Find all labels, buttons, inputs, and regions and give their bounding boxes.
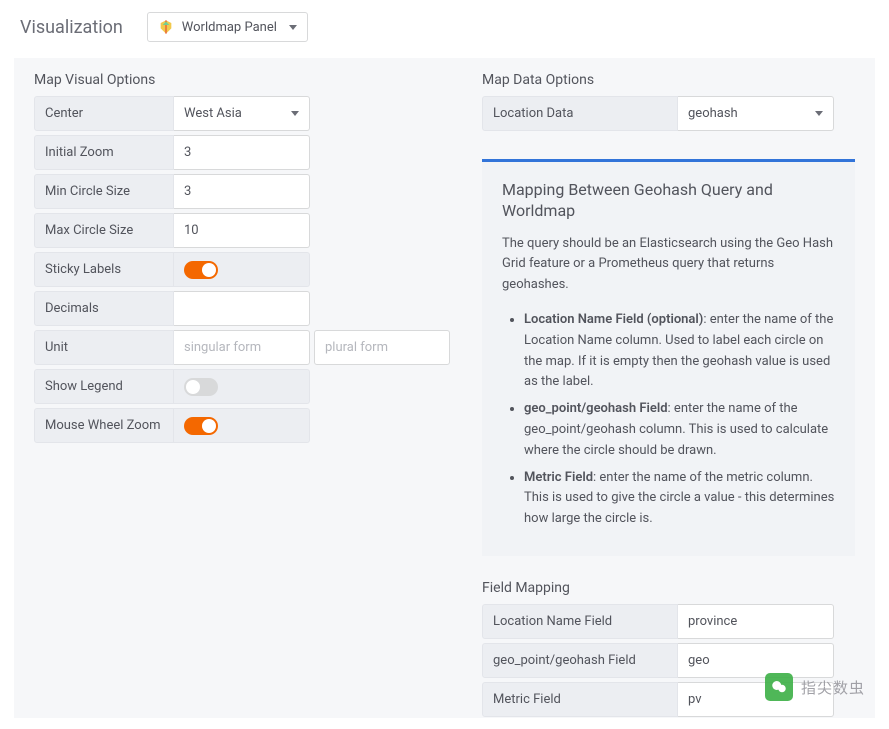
visualization-name: Worldmap Panel	[182, 20, 277, 35]
metric-field-label: Metric Field	[482, 682, 678, 717]
min-circle-row: Min Circle Size	[34, 174, 446, 209]
min-circle-label: Min Circle Size	[34, 174, 174, 209]
wechat-icon	[765, 673, 793, 701]
options-panel: Map Visual Options Center West Asia Init…	[14, 58, 875, 718]
location-name-field-input[interactable]	[678, 604, 834, 639]
geohash-field-label: geo_point/geohash Field	[482, 643, 678, 678]
section-title-visual: Map Visual Options	[34, 72, 446, 88]
location-data-value: geohash	[688, 106, 738, 121]
location-name-field-row: Location Name Field	[482, 604, 855, 639]
initial-zoom-label: Initial Zoom	[34, 135, 174, 170]
chevron-down-icon	[291, 111, 299, 116]
location-data-select[interactable]: geohash	[678, 96, 834, 131]
chevron-down-icon	[289, 25, 297, 30]
info-panel: Mapping Between Geohash Query and Worldm…	[482, 159, 855, 556]
worldmap-icon	[158, 19, 174, 35]
page-title: Visualization	[20, 17, 123, 38]
location-name-field-label: Location Name Field	[482, 604, 678, 639]
center-select[interactable]: West Asia	[174, 96, 310, 131]
max-circle-input[interactable]	[174, 213, 310, 248]
show-legend-label: Show Legend	[34, 369, 174, 404]
initial-zoom-input[interactable]	[174, 135, 310, 170]
sticky-labels-row: Sticky Labels	[34, 252, 446, 287]
sticky-labels-label: Sticky Labels	[34, 252, 174, 287]
show-legend-row: Show Legend	[34, 369, 446, 404]
center-row: Center West Asia	[34, 96, 446, 131]
decimals-input[interactable]	[174, 291, 310, 326]
info-item-location: Location Name Field (optional): enter th…	[524, 310, 835, 393]
location-data-label: Location Data	[482, 96, 678, 131]
decimals-row: Decimals	[34, 291, 446, 326]
map-data-options-column: Map Data Options Location Data geohash M…	[482, 72, 855, 698]
section-title-field-mapping: Field Mapping	[482, 580, 855, 596]
max-circle-label: Max Circle Size	[34, 213, 174, 248]
sticky-labels-toggle[interactable]	[184, 261, 218, 279]
info-item-geohash: geo_point/geohash Field: enter the name …	[524, 399, 835, 461]
unit-row: Unit	[34, 330, 446, 365]
info-list: Location Name Field (optional): enter th…	[502, 310, 835, 530]
map-visual-options-column: Map Visual Options Center West Asia Init…	[34, 72, 446, 698]
unit-label: Unit	[34, 330, 174, 365]
mouse-wheel-row: Mouse Wheel Zoom	[34, 408, 446, 443]
header: Visualization Worldmap Panel	[0, 0, 889, 50]
unit-singular-input[interactable]	[174, 330, 310, 365]
watermark: 指尖数虫	[765, 673, 865, 701]
show-legend-toggle[interactable]	[184, 378, 218, 396]
chevron-down-icon	[815, 111, 823, 116]
center-value: West Asia	[184, 106, 242, 121]
mouse-wheel-label: Mouse Wheel Zoom	[34, 408, 174, 443]
initial-zoom-row: Initial Zoom	[34, 135, 446, 170]
unit-plural-input[interactable]	[314, 330, 450, 365]
info-title: Mapping Between Geohash Query and Worldm…	[502, 180, 835, 222]
center-label: Center	[34, 96, 174, 131]
mouse-wheel-toggle[interactable]	[184, 417, 218, 435]
max-circle-row: Max Circle Size	[34, 213, 446, 248]
info-paragraph: The query should be an Elasticsearch usi…	[502, 234, 835, 296]
info-item-metric: Metric Field: enter the name of the metr…	[524, 468, 835, 530]
visualization-picker[interactable]: Worldmap Panel	[147, 12, 308, 42]
decimals-label: Decimals	[34, 291, 174, 326]
section-title-data: Map Data Options	[482, 72, 855, 88]
watermark-text: 指尖数虫	[801, 677, 865, 698]
min-circle-input[interactable]	[174, 174, 310, 209]
location-data-row: Location Data geohash	[482, 96, 855, 131]
